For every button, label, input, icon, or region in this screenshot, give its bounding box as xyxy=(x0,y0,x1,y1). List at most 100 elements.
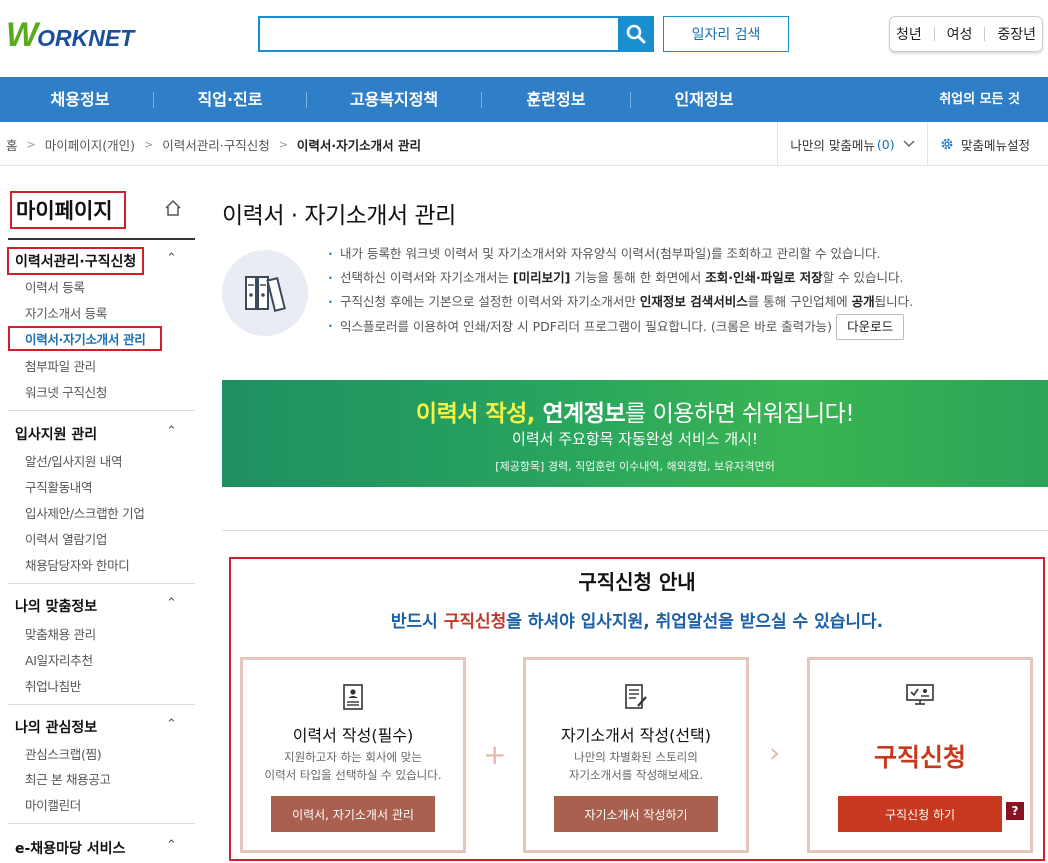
divider xyxy=(8,238,195,240)
sidebar-item-compass[interactable]: 취업나침반 xyxy=(25,676,81,695)
info-text: 됩니다. xyxy=(874,294,914,309)
card-title: 이력서 작성(필수) xyxy=(292,726,414,745)
cover-letter-icon xyxy=(625,684,647,709)
sidebar-item-job-apply[interactable]: 워크넷 구직신청 xyxy=(25,382,107,401)
apply-job-button[interactable]: 구직신청 하기 xyxy=(838,796,1002,832)
info-bold: 조회·인쇄·파일로 저장 xyxy=(705,270,823,285)
sidebar-group-apply[interactable]: 입사지원 관리 xyxy=(15,424,97,444)
segment-youth[interactable]: 청년 xyxy=(896,24,922,44)
chevron-up-icon[interactable]: ⌃ xyxy=(166,717,177,732)
sidebar-group-resume[interactable]: 이력서관리·구직신청 xyxy=(7,247,145,275)
divider xyxy=(153,92,154,108)
nav-recruit[interactable]: 채용정보 xyxy=(22,77,138,122)
chevron-right-icon: > xyxy=(278,137,288,151)
my-menu-dropdown[interactable]: 나만의 맞춤메뉴 (0) xyxy=(777,122,928,166)
sidebar-item-recruiter-talk[interactable]: 채용담당자와 한마디 xyxy=(25,555,130,574)
info-line: 익스플로러를 이용하여 인쇄/저장 시 PDF리더 프로그램이 필요합니다. (… xyxy=(328,314,913,340)
divider xyxy=(306,92,307,108)
divider xyxy=(481,92,482,108)
guide-title: 구직신청 안내 xyxy=(578,570,696,594)
home-icon[interactable] xyxy=(164,199,182,217)
banner-items: [제공항목] 경력, 직업훈련 이수내역, 해외경험, 보유자격면허 xyxy=(495,460,775,473)
logo-w: W xyxy=(6,15,38,54)
breadcrumb-bar: 홈 > 마이페이지(개인) > 이력서관리·구직신청 > 이력서·자기소개서 관… xyxy=(0,122,1048,166)
info-bold: [미리보기] xyxy=(512,270,571,285)
job-search-button[interactable]: 일자리 검색 xyxy=(663,16,789,52)
card-title: 자기소개서 작성(선택) xyxy=(560,726,712,745)
card-desc-line: 이력서 타입을 선택하실 수 있습니다. xyxy=(264,768,442,782)
breadcrumb-current: 이력서·자기소개서 관리 xyxy=(296,137,422,153)
divider xyxy=(8,823,195,824)
gear-icon xyxy=(941,138,953,150)
sidebar-item-attachments[interactable]: 첨부파일 관리 xyxy=(25,356,96,375)
promo-banner[interactable]: 이력서 작성, 연계정보를 이용하면 쉬워집니다! 이력서 주요항목 자동완성 … xyxy=(222,380,1048,487)
divider xyxy=(8,583,195,584)
sidebar-item-recent[interactable]: 최근 본 채용공고 xyxy=(25,769,111,788)
download-button[interactable]: 다운로드 xyxy=(836,314,905,340)
worknet-logo[interactable]: W ORKNET xyxy=(6,15,134,54)
card-desc-line: 나만의 차별화된 스토리의 xyxy=(574,750,698,764)
nav-career[interactable]: 직업·진로 xyxy=(172,77,288,122)
resume-manage-button[interactable]: 이력서, 자기소개서 관리 xyxy=(271,796,435,832)
info-text: 기능을 통해 한 화면에서 xyxy=(570,270,706,285)
sidebar-item-calendar[interactable]: 마이캘린더 xyxy=(25,795,81,814)
divider xyxy=(933,27,935,41)
segment-women[interactable]: 여성 xyxy=(947,24,973,44)
chevron-up-icon[interactable]: ⌃ xyxy=(166,838,177,853)
chevron-down-icon xyxy=(903,140,915,148)
menu-setting-label: 맞춤메뉴설정 xyxy=(961,137,1031,153)
plus-icon: + xyxy=(483,738,507,771)
segment-middle-aged[interactable]: 중장년 xyxy=(997,24,1036,44)
sidebar-item-activity[interactable]: 구직활동내역 xyxy=(25,477,93,496)
step-card-apply: 구직신청 구직신청 하기 xyxy=(807,657,1033,853)
info-text: 할 수 있습니다. xyxy=(822,270,904,285)
nav-welfare[interactable]: 고용복지정책 xyxy=(330,77,458,122)
banner-rest: 를 이용하면 쉬워집니다! xyxy=(625,401,855,427)
sidebar-item-intro-register[interactable]: 자기소개서 등록 xyxy=(25,303,107,322)
info-line: 내가 등록한 워크넷 이력서 및 자기소개서와 자유양식 이력서(첨부파일)를 … xyxy=(328,242,913,266)
sidebar-group-custom[interactable]: 나의 맞춤정보 xyxy=(15,596,97,616)
sidebar-item-resume-register[interactable]: 이력서 등록 xyxy=(25,277,85,296)
breadcrumb-mypage[interactable]: 마이페이지(개인) xyxy=(45,135,135,154)
sidebar-group-e-recruit[interactable]: e-채용마당 서비스 xyxy=(15,838,125,858)
nav-talent[interactable]: 인재정보 xyxy=(646,77,762,122)
search-button[interactable] xyxy=(618,16,654,52)
info-text: 내가 등록한 워크넷 이력서 및 자기소개서와 자유양식 이력서(첨부파일)를 … xyxy=(340,246,881,261)
sidebar-item-apply-history[interactable]: 알선/입사지원 내역 xyxy=(25,451,122,470)
banner-subline: 이력서 주요항목 자동완성 서비스 개시! xyxy=(512,430,758,448)
write-intro-button[interactable]: 자기소개서 작성하기 xyxy=(554,796,718,832)
card-title: 구직신청 xyxy=(873,743,966,772)
divider xyxy=(222,530,1048,531)
breadcrumb-resume-mgmt[interactable]: 이력서관리·구직신청 xyxy=(162,135,269,154)
chevron-up-icon[interactable]: ⌃ xyxy=(166,251,177,266)
sidebar-item-ai-recommend[interactable]: AI일자리추천 xyxy=(25,650,93,669)
guide-sub-text: 을 하셔야 입사지원, 취업알선을 받으실 수 있습니다. xyxy=(506,612,884,632)
nav-all-menu[interactable]: 취업의 모든 것 xyxy=(939,77,1020,122)
info-bold: 인재정보 검색서비스 xyxy=(639,294,748,309)
sidebar-group-interest[interactable]: 나의 관심정보 xyxy=(15,717,97,737)
info-text: 구직신청 후에는 기본으로 설정한 이력서와 자기소개서만 xyxy=(340,294,640,309)
card-desc: 지원하고자 하는 회사에 맞는 이력서 타입을 선택하실 수 있습니다. xyxy=(243,748,463,784)
chevron-right-icon: › xyxy=(769,736,781,769)
chevron-up-icon[interactable]: ⌃ xyxy=(166,596,177,611)
sidebar-item-resume-manage[interactable]: 이력서·자기소개서 관리 xyxy=(8,326,162,351)
menu-setting-button[interactable]: 맞춤메뉴설정 xyxy=(940,122,1030,166)
search-input[interactable] xyxy=(258,16,620,52)
banner-highlight-2: 연계정보 xyxy=(534,401,626,427)
sidebar-item-scrap[interactable]: 관심스크랩(찜) xyxy=(25,744,102,763)
sidebar-item-viewers[interactable]: 이력서 열람기업 xyxy=(25,529,107,548)
banner-highlight: 이력서 작성, xyxy=(415,401,536,427)
sidebar-item-offers[interactable]: 입사제안/스크랩한 기업 xyxy=(25,503,145,522)
chevron-up-icon[interactable]: ⌃ xyxy=(166,424,177,439)
help-icon[interactable]: ? xyxy=(1006,802,1024,820)
info-line: 선택하신 이력서와 자기소개서는 [미리보기] 기능을 통해 한 화면에서 조회… xyxy=(328,266,913,290)
breadcrumb-home[interactable]: 홈 xyxy=(6,135,18,154)
binder-icon xyxy=(222,250,308,336)
my-menu-count: (0) xyxy=(876,136,895,152)
sidebar-title: 마이페이지 xyxy=(10,191,126,229)
guide-sub-highlight: 구직신청 xyxy=(443,612,507,632)
sidebar-item-custom-recruit[interactable]: 맞춤채용 관리 xyxy=(25,624,96,643)
nav-training[interactable]: 훈련정보 xyxy=(498,77,614,122)
my-menu-label: 나만의 맞춤메뉴 xyxy=(790,137,875,153)
monitor-check-icon xyxy=(906,684,934,705)
